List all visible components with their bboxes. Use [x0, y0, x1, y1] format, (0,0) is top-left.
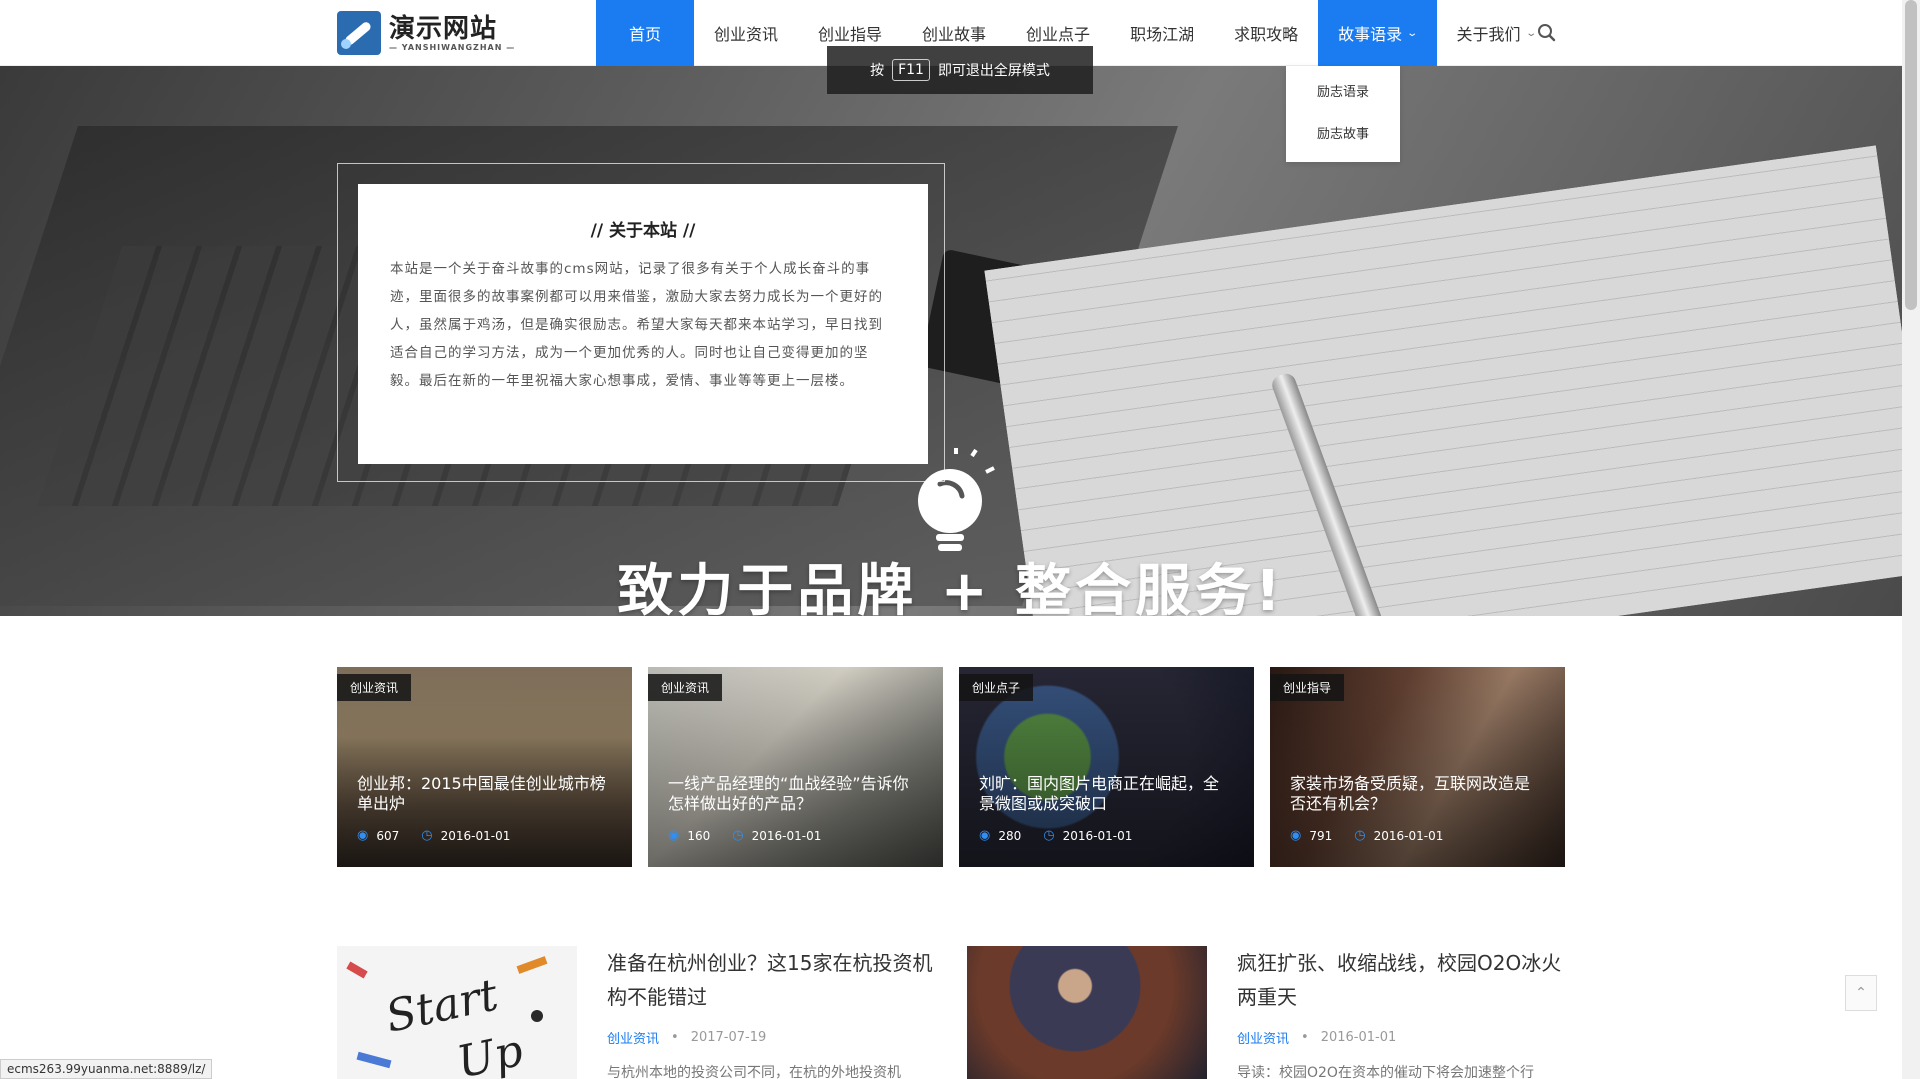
card-meta: ◉ 791 ◷ 2016-01-01 — [1290, 828, 1443, 843]
nav-item-home[interactable]: 首页 — [596, 0, 694, 66]
about-title: // 关于本站 // — [590, 221, 696, 241]
nav-item-quotes[interactable]: 故事语录 ⌄ — [1318, 0, 1437, 66]
article-meta: 创业资讯 • 2017-07-19 — [607, 1028, 766, 1047]
site-logo[interactable]: 演示网站 — YANSHIWANGZHAN — — [337, 10, 515, 56]
eye-icon: ◉ — [668, 828, 680, 843]
eye-icon: ◉ — [1290, 828, 1302, 843]
hero-slogan: 致力于品牌 + 整合服务! — [617, 559, 1285, 616]
card-title[interactable]: 一线产品经理的“血战经验”告诉你怎样做出好的产品？ — [668, 774, 923, 814]
article-thumbnail-students[interactable] — [967, 946, 1207, 1079]
meta-separator: • — [671, 1030, 679, 1045]
fullscreen-exit-tip: 按 F11 即可退出全屏模式 — [827, 46, 1093, 94]
svg-text:Up: Up — [453, 1025, 527, 1079]
clock-icon: ◷ — [732, 828, 744, 843]
logo-subtitle: — YANSHIWANGZHAN — — [389, 42, 516, 52]
card-views: 607 — [376, 828, 400, 843]
card-tag[interactable]: 创业资讯 — [648, 674, 723, 701]
featured-cards: 创业资讯 创业邦：2015中国最佳创业城市榜单出炉 ◉ 607 ◷ 2016-0… — [337, 667, 1565, 867]
article-item: Start Up 准备在杭州创业？这15家在杭投资机构不能错过 创业资讯 • 2… — [337, 946, 957, 1079]
clock-icon: ◷ — [1354, 828, 1366, 843]
tip-suffix: 即可退出全屏模式 — [937, 63, 1050, 79]
card-date: 2016-01-01 — [1373, 828, 1444, 843]
meta-separator: • — [1301, 1030, 1309, 1045]
article-title[interactable]: 准备在杭州创业？这15家在杭投资机构不能错过 — [607, 946, 947, 1014]
tip-prefix: 按 — [870, 63, 885, 79]
featured-card[interactable]: 创业指导 家装市场备受质疑，互联网改造是否还有机会？ ◉ 791 ◷ 2016-… — [1270, 667, 1565, 867]
f11-key: F11 — [892, 59, 930, 81]
card-views: 280 — [998, 828, 1022, 843]
article-category[interactable]: 创业资讯 — [607, 1028, 659, 1047]
card-title[interactable]: 创业邦：2015中国最佳创业城市榜单出炉 — [357, 774, 612, 814]
logo-title: 演示网站 — [389, 13, 498, 44]
nav-item-quotes-label: 故事语录 — [1338, 25, 1403, 44]
page-scrollbar[interactable] — [1902, 0, 1920, 1079]
nav-item-about-label: 关于我们 — [1456, 25, 1521, 44]
dropdown-item-inspirational-stories[interactable]: 励志故事 — [1286, 114, 1400, 156]
clock-icon: ◷ — [421, 828, 433, 843]
quotes-dropdown-menu: 励志语录 励志故事 — [1286, 66, 1400, 162]
nav-item-workplace[interactable]: 职场江湖 — [1110, 0, 1214, 66]
status-bar-url: ecms263.99yuanma.net:8889/lz/ — [0, 1059, 213, 1079]
card-meta: ◉ 160 ◷ 2016-01-01 — [668, 828, 821, 843]
article-excerpt: 与杭州本地的投资公司不同，在杭的外地投资机 — [607, 1065, 901, 1079]
article-excerpt: 导读：校园O2O在资本的催动下将会加速整个行 — [1237, 1065, 1534, 1079]
clock-icon: ◷ — [1043, 828, 1055, 843]
scrollbar-thumb[interactable] — [1905, 0, 1917, 310]
card-date: 2016-01-01 — [440, 828, 511, 843]
nav-item-startup-news[interactable]: 创业资讯 — [694, 0, 798, 66]
about-text: 本站是一个关于奋斗故事的cms网站，记录了很多有关于个人成长奋斗的事迹，里面很多… — [390, 261, 883, 389]
card-date: 2016-01-01 — [1062, 828, 1133, 843]
card-views: 791 — [1309, 828, 1333, 843]
card-tag[interactable]: 创业点子 — [959, 674, 1034, 701]
dropdown-item-inspirational-quotes[interactable]: 励志语录 — [1286, 72, 1400, 114]
eye-icon: ◉ — [979, 828, 991, 843]
card-meta: ◉ 607 ◷ 2016-01-01 — [357, 828, 510, 843]
back-to-top-button[interactable]: ⌃ — [1845, 975, 1877, 1011]
article-thumbnail-startup[interactable]: Start Up — [337, 946, 577, 1079]
hero-banner: 致力于品牌 + 整合服务! — [0, 66, 1902, 616]
article-item: 疯狂扩张、收缩战线，校园O2O冰火两重天 创业资讯 • 2016-01-01 导… — [967, 946, 1587, 1079]
card-tag[interactable]: 创业资讯 — [337, 674, 412, 701]
search-icon[interactable] — [1535, 21, 1559, 45]
card-title[interactable]: 家装市场备受质疑，互联网改造是否还有机会？ — [1290, 774, 1545, 814]
article-date: 2017-07-19 — [690, 1030, 767, 1045]
article-category[interactable]: 创业资讯 — [1237, 1028, 1289, 1047]
card-views: 160 — [687, 828, 711, 843]
featured-card[interactable]: 创业点子 刘旷：国内图片电商正在崛起，全景微图或成突破口 ◉ 280 ◷ 201… — [959, 667, 1254, 867]
featured-card[interactable]: 创业资讯 创业邦：2015中国最佳创业城市榜单出炉 ◉ 607 ◷ 2016-0… — [337, 667, 632, 867]
logo-text: 演示网站 — YANSHIWANGZHAN — — [389, 15, 515, 52]
rocket-logo-icon — [337, 11, 381, 55]
article-meta: 创业资讯 • 2016-01-01 — [1237, 1028, 1396, 1047]
card-meta: ◉ 280 ◷ 2016-01-01 — [979, 828, 1132, 843]
card-date: 2016-01-01 — [751, 828, 822, 843]
eye-icon: ◉ — [357, 828, 369, 843]
chevron-up-icon: ⌃ — [1855, 985, 1867, 1001]
about-box: // 关于本站 // 本站是一个关于奋斗故事的cms网站，记录了很多有关于个人成… — [358, 184, 928, 464]
chevron-down-icon: ⌄ — [1406, 27, 1419, 39]
card-tag[interactable]: 创业指导 — [1270, 674, 1345, 701]
featured-card[interactable]: 创业资讯 一线产品经理的“血战经验”告诉你怎样做出好的产品？ ◉ 160 ◷ 2… — [648, 667, 943, 867]
card-title[interactable]: 刘旷：国内图片电商正在崛起，全景微图或成突破口 — [979, 774, 1234, 814]
nav-item-job-tips[interactable]: 求职攻略 — [1214, 0, 1318, 66]
article-title[interactable]: 疯狂扩张、收缩战线，校园O2O冰火两重天 — [1237, 946, 1577, 1014]
article-date: 2016-01-01 — [1320, 1030, 1397, 1045]
